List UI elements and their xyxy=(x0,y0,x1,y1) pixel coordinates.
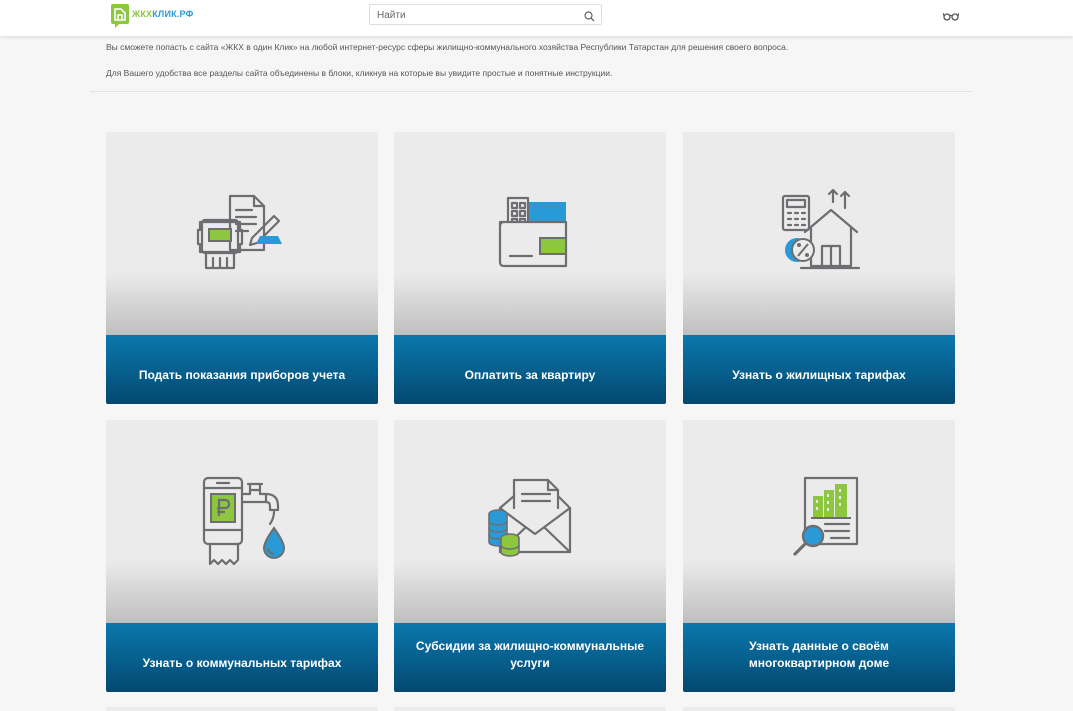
meter-readings-icon xyxy=(106,132,378,335)
house-tariffs-icon xyxy=(683,132,955,335)
search-input[interactable] xyxy=(370,6,570,25)
search-icon[interactable] xyxy=(584,9,595,27)
card-label: Узнать о коммунальных тарифах xyxy=(106,623,378,692)
logo-house-icon xyxy=(111,4,129,28)
site-logo[interactable]: ЖКХКЛИК.РФ xyxy=(111,3,194,28)
building-data-icon xyxy=(683,420,955,623)
logo-text: ЖКХКЛИК.РФ xyxy=(132,9,194,19)
card-partial[interactable] xyxy=(106,707,378,711)
card-housing-tariffs[interactable]: Узнать о жилищных тарифах xyxy=(683,132,955,404)
card-label: Подать показания приборов учета xyxy=(106,335,378,404)
card-building-data[interactable]: Узнать данные о своём многоквартирном до… xyxy=(683,420,955,692)
card-pay-apartment[interactable]: Оплатить за квартиру xyxy=(394,132,666,404)
card-label: Узнать о жилищных тарифах xyxy=(683,335,955,404)
glasses-icon[interactable] xyxy=(942,9,960,27)
divider xyxy=(90,91,972,92)
card-partial[interactable] xyxy=(683,707,955,711)
card-partial[interactable] xyxy=(394,707,666,711)
card-subsidies[interactable]: Субсидии за жилищно-коммунальные услуги xyxy=(394,420,666,692)
card-label: Узнать данные о своём многоквартирном до… xyxy=(683,623,955,692)
intro-text: Вы сможете попасть с сайта «ЖКХ в один К… xyxy=(106,42,788,94)
utility-tariffs-icon xyxy=(106,420,378,623)
card-label: Субсидии за жилищно-коммунальные услуги xyxy=(394,623,666,692)
wallet-icon xyxy=(394,132,666,335)
subsidies-icon xyxy=(394,420,666,623)
card-utility-tariffs[interactable]: Узнать о коммунальных тарифах xyxy=(106,420,378,692)
card-label: Оплатить за квартиру xyxy=(394,335,666,404)
intro-line-1: Вы сможете попасть с сайта «ЖКХ в один К… xyxy=(106,42,789,52)
card-meter-readings[interactable]: Подать показания приборов учета xyxy=(106,132,378,404)
search-box xyxy=(369,4,602,25)
top-bar: ЖКХКЛИК.РФ xyxy=(0,0,1073,36)
